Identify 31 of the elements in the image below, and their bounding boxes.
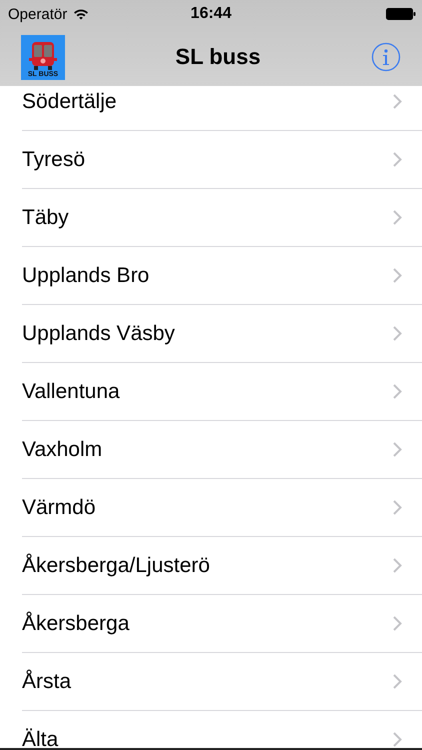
list-item[interactable]: Värmdö <box>22 479 422 537</box>
chevron-icon <box>393 732 402 747</box>
chevron-icon <box>393 674 402 689</box>
list-item[interactable]: Tyresö <box>22 131 422 189</box>
list-item[interactable]: Årsta <box>22 653 422 711</box>
chevron-icon <box>393 616 402 631</box>
wifi-icon <box>73 8 90 20</box>
carrier-name: Operatör <box>8 6 68 22</box>
list-item[interactable]: Vaxholm <box>22 421 422 479</box>
list-item[interactable]: Åkersberga/Ljusterö <box>22 537 422 595</box>
battery-icon <box>386 8 416 20</box>
bus-icon <box>29 40 57 70</box>
chevron-icon <box>393 326 402 341</box>
chevron-icon <box>393 442 402 457</box>
chevron-icon <box>393 210 402 225</box>
list-item[interactable]: Älta <box>22 711 422 748</box>
list-item[interactable]: Södertälje <box>22 86 422 131</box>
chevron-icon <box>393 558 402 573</box>
screen-title: SL buss <box>175 44 261 70</box>
chevron-icon <box>393 384 402 399</box>
chevron-icon <box>393 94 402 109</box>
chevron-icon <box>393 152 402 167</box>
status-time: 16:44 <box>190 5 232 23</box>
list-item[interactable]: Åkersberga <box>22 595 422 653</box>
list-item[interactable]: Upplands Väsby <box>22 305 422 363</box>
chevron-icon <box>393 268 402 283</box>
list-item[interactable]: Vallentuna <box>22 363 422 421</box>
info-button[interactable] <box>371 42 401 72</box>
list-item[interactable]: Upplands Bro <box>22 247 422 305</box>
chevron-icon <box>393 500 402 515</box>
list-item[interactable]: Täby <box>22 189 422 247</box>
